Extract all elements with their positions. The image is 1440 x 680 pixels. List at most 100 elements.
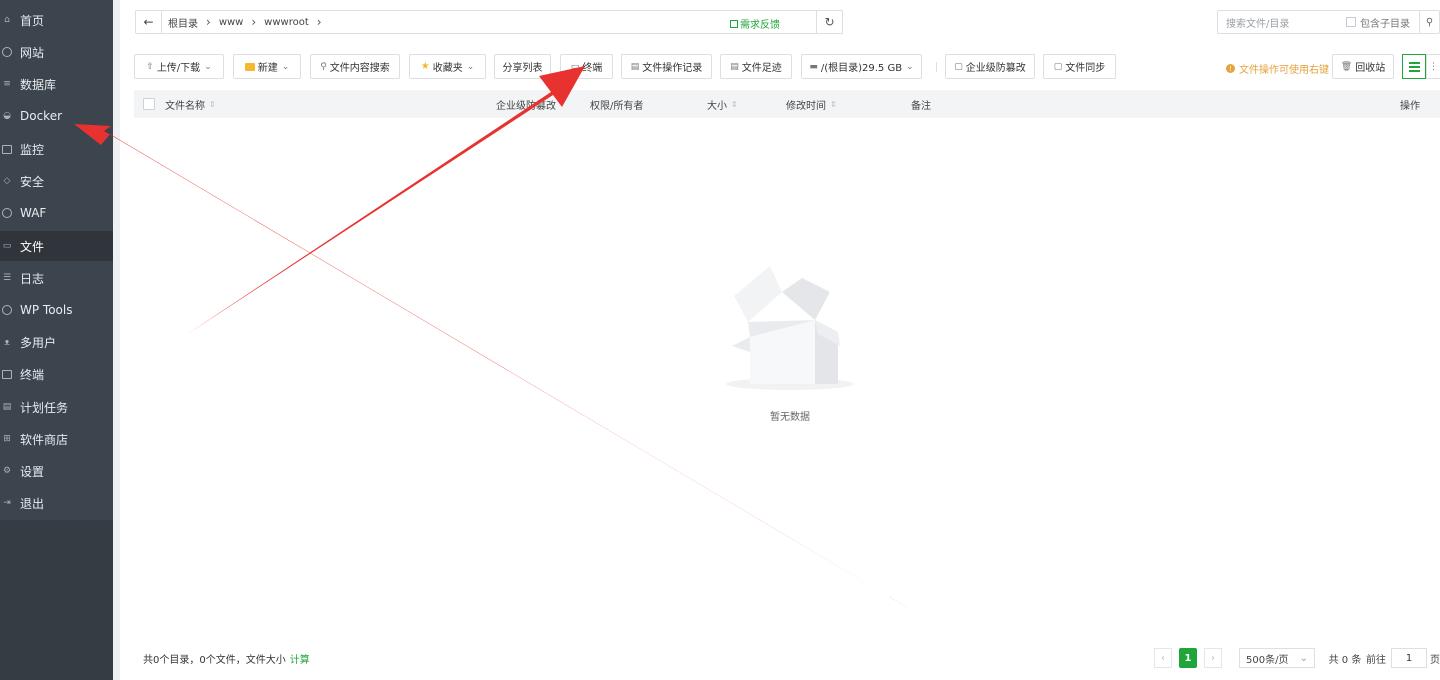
breadcrumb-www[interactable]: www — [213, 11, 250, 33]
feedback-link[interactable]: 需求反馈 — [730, 16, 780, 31]
sidebar-item-database[interactable]: ≡ 数据库 — [0, 69, 113, 99]
sort-icon: ⇕ — [830, 99, 837, 109]
upload-label: 上传/下载 — [156, 63, 201, 74]
chevron-right-icon: › — [1211, 652, 1215, 664]
sidebar-item-wp-tools[interactable]: WP Tools — [0, 295, 113, 325]
calendar-icon: ▤ — [2, 402, 12, 412]
footprint-button[interactable]: ▤ 文件足迹 — [720, 54, 792, 79]
next-page-button[interactable]: › — [1204, 648, 1222, 668]
table-header: 文件名称 ⇕ 企业级防篡改 权限/所有者 大小 ⇕ 修改时间 ⇕ 备注 操作 — [134, 90, 1440, 118]
search-icon: ⚲ — [320, 61, 327, 72]
content-search-button[interactable]: ⚲ 文件内容搜索 — [310, 54, 400, 79]
chevron-left-icon: ‹ — [1161, 652, 1165, 664]
terminal-button[interactable]: ▭ 终端 — [560, 54, 613, 79]
page-size-label: 500条/页 — [1246, 654, 1289, 666]
chevron-right-icon[interactable]: › — [315, 11, 324, 33]
goto-label: 前往 — [1366, 654, 1386, 666]
column-permission: 权限/所有者 — [590, 90, 643, 118]
calculate-size-link[interactable]: 计算 — [290, 655, 310, 666]
sidebar-item-files[interactable]: ▭ 文件 — [0, 231, 113, 261]
recycle-bin-button[interactable]: 🗑 回收站 — [1332, 54, 1394, 79]
sidebar-item-docker[interactable]: ◒ Docker — [0, 101, 113, 131]
feedback-label: 需求反馈 — [740, 20, 780, 31]
file-search[interactable]: 搜索文件/目录 包含子目录 ⚲ — [1217, 10, 1440, 34]
refresh-icon[interactable]: ↻ — [816, 11, 842, 33]
sidebar-item-settings[interactable]: ⚙ 设置 — [0, 456, 113, 486]
share-list-label: 分享列表 — [502, 63, 543, 74]
sidebar-item-terminal[interactable]: 终端 — [0, 359, 113, 389]
favorites-button[interactable]: ★ 收藏夹 ⌄ — [409, 54, 486, 79]
sidebar-item-cron[interactable]: ▤ 计划任务 — [0, 392, 113, 422]
list-view-button[interactable] — [1402, 54, 1426, 79]
goto-page-input[interactable]: 1 — [1391, 648, 1427, 668]
sidebar: ⌂ 首页 网站 ≡ 数据库 ◒ Docker 监控 ◇ 安全 WAF ▭ 文件 ☰ 日志 W… — [0, 0, 113, 680]
sidebar-item-label: 多用户 — [20, 335, 57, 350]
tamper-proof-label: 企业级防篡改 — [965, 63, 1026, 74]
sidebar-menu: ⌂ 首页 网站 ≡ 数据库 ◒ Docker 监控 ◇ 安全 WAF ▭ 文件 ☰ 日志 W… — [0, 4, 113, 520]
database-icon: ≡ — [3, 79, 11, 89]
terminal-icon — [1, 368, 13, 380]
search-input[interactable]: 搜索文件/目录 — [1218, 15, 1346, 30]
favorites-label: 收藏夹 — [432, 63, 463, 74]
sidebar-item-users[interactable]: ᴥ 多用户 — [0, 327, 113, 357]
sidebar-item-monitor[interactable]: 监控 — [0, 134, 113, 164]
sidebar-item-website[interactable]: 网站 — [0, 37, 113, 67]
chevron-down-icon: ⌄ — [204, 61, 212, 72]
content-search-label: 文件内容搜索 — [329, 63, 390, 74]
file-sync-button[interactable]: ▢ 文件同步 — [1043, 54, 1116, 79]
column-operations-label: 操作 — [1400, 100, 1420, 112]
terminal-icon: ▭ — [570, 61, 580, 72]
tamper-proof-button[interactable]: ▢ 企业级防篡改 — [945, 54, 1035, 79]
column-remark: 备注 — [911, 90, 931, 118]
prev-page-button[interactable]: ‹ — [1154, 648, 1172, 668]
sidebar-item-logs[interactable]: ☰ 日志 — [0, 263, 113, 293]
back-arrow-icon[interactable]: ← — [136, 11, 162, 33]
column-tamper-label: 企业级防篡改 — [496, 100, 556, 112]
column-tamper: 企业级防篡改 — [496, 90, 556, 118]
column-remark-label: 备注 — [911, 100, 931, 112]
chevron-right-icon[interactable]: › — [204, 11, 213, 33]
file-sync-label: 文件同步 — [1065, 63, 1106, 74]
sidebar-item-label: WP Tools — [20, 303, 73, 317]
log-icon: ▤ — [630, 61, 640, 72]
sidebar-item-security[interactable]: ◇ 安全 — [0, 166, 113, 196]
column-name[interactable]: 文件名称 ⇕ — [165, 90, 216, 118]
disk-select[interactable]: ▬/(根目录)29.5 GB ⌄ — [801, 54, 922, 79]
column-modified-label: 修改时间 — [786, 100, 826, 112]
sidebar-item-logout[interactable]: ⇥ 退出 — [0, 488, 113, 518]
share-list-button[interactable]: 分享列表 — [494, 54, 551, 79]
home-icon: ⌂ — [4, 15, 10, 25]
breadcrumb-wwwroot[interactable]: wwwroot — [258, 11, 315, 33]
file-manager: ← 根目录 › www › wwwroot › ↻ 需求反馈 搜索文件/目录 包… — [120, 0, 1440, 680]
current-page[interactable]: 1 — [1179, 648, 1197, 668]
sidebar-item-label: 监控 — [20, 142, 45, 157]
page-size-select[interactable]: 500条/页 ⌄ — [1239, 648, 1315, 668]
sidebar-item-waf[interactable]: WAF — [0, 198, 113, 228]
sync-icon: ▢ — [1053, 61, 1063, 72]
new-folder-icon — [244, 62, 255, 71]
include-subdir-checkbox[interactable] — [1346, 17, 1356, 27]
directory-summary: 共0个目录，0个文件，文件大小 计算 — [143, 651, 310, 666]
recycle-bin-label: 回收站 — [1355, 63, 1386, 74]
toolbar-divider — [936, 62, 937, 72]
breadcrumb-root[interactable]: 根目录 — [162, 11, 204, 33]
column-name-label: 文件名称 — [165, 100, 205, 112]
sidebar-item-store[interactable]: ⊞ 软件商店 — [0, 424, 113, 454]
chevron-right-icon[interactable]: › — [249, 11, 258, 33]
new-button[interactable]: 新建 ⌄ — [233, 54, 301, 79]
select-all-checkbox[interactable] — [143, 90, 155, 118]
grid-view-icon: ⋮ — [1429, 61, 1438, 72]
grid-view-button[interactable]: ⋮ — [1426, 54, 1440, 79]
waf-shield-icon — [1, 207, 13, 219]
column-modified[interactable]: 修改时间 ⇕ — [786, 90, 837, 118]
sidebar-item-home[interactable]: ⌂ 首页 — [0, 5, 113, 35]
chevron-down-icon: ⌄ — [281, 61, 290, 72]
new-label: 新建 — [257, 63, 278, 74]
sidebar-item-label: 网站 — [20, 45, 45, 60]
sidebar-item-label: 退出 — [20, 496, 45, 511]
search-icon[interactable]: ⚲ — [1419, 11, 1439, 33]
operation-log-button[interactable]: ▤ 文件操作记录 — [621, 54, 712, 79]
chevron-down-icon: ⌄ — [1299, 652, 1308, 664]
upload-download-button[interactable]: ⇧ 上传/下载 ⌄ — [134, 54, 224, 79]
column-size[interactable]: 大小 ⇕ — [707, 90, 738, 118]
